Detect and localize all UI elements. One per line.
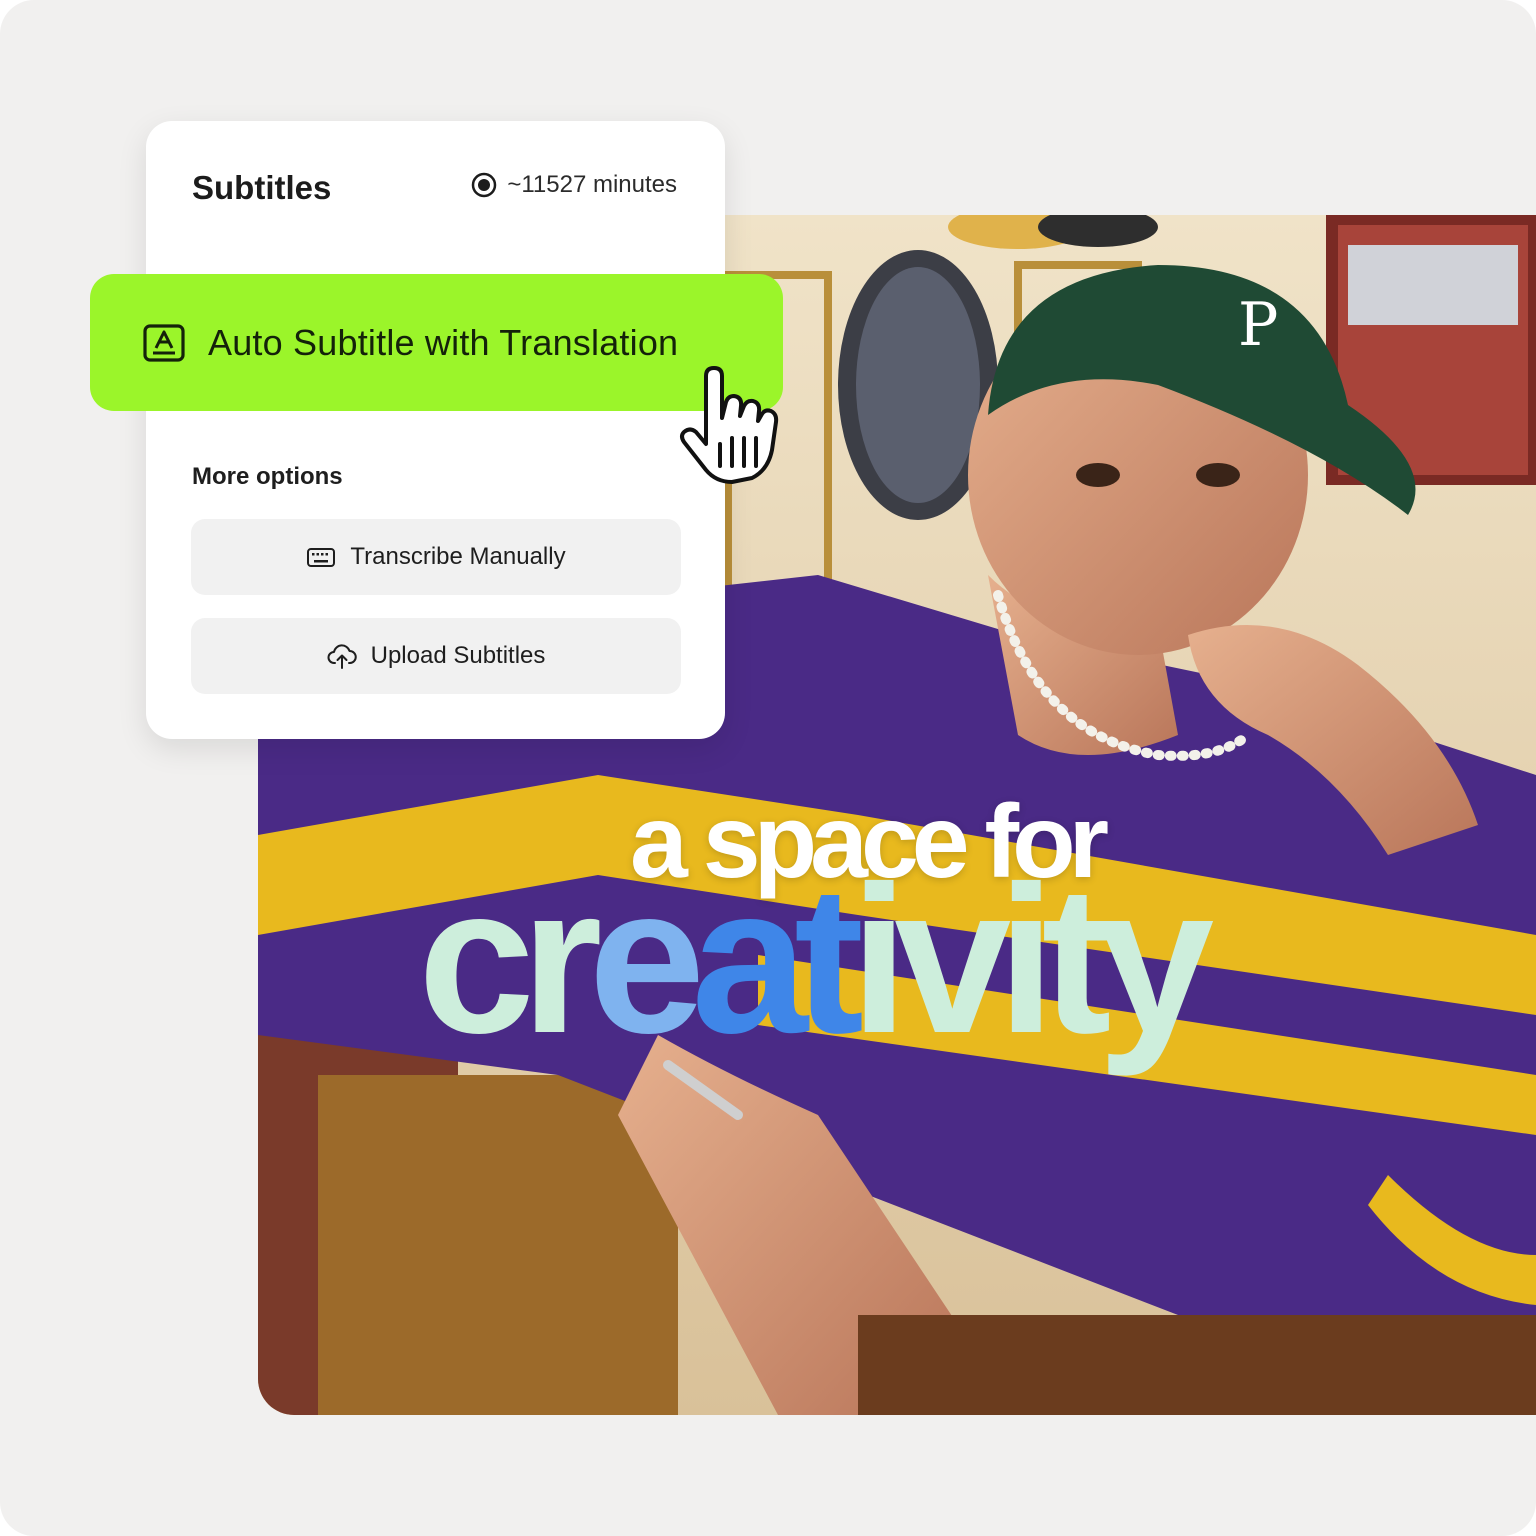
caption-segment: ivity — [850, 842, 1214, 1077]
canvas: P a space for creativity Subtitles ~1152… — [0, 0, 1536, 1536]
upload-subtitles-label: Upload Subtitles — [370, 642, 546, 669]
panel-title: Subtitles — [192, 169, 332, 206]
transcribe-manually-label: Transcribe Manually — [350, 543, 566, 570]
auto-subtitle-label: Auto Subtitle with Translation — [208, 321, 679, 363]
record-icon — [472, 172, 497, 198]
svg-text:P: P — [1238, 290, 1278, 360]
keyboard-icon — [307, 548, 336, 567]
upload-subtitles-button[interactable]: Upload Subtitles — [191, 618, 681, 694]
caption-segment: e — [588, 842, 706, 1077]
minutes-remaining: ~11527 minutes — [471, 171, 677, 199]
auto-subtitle-icon — [143, 323, 185, 362]
pointer-hand-icon — [680, 366, 779, 484]
caption-line-2: creativity — [418, 855, 1518, 1065]
transcribe-manually-button[interactable]: Transcribe Manually — [191, 519, 681, 595]
caption-segment: cr — [418, 842, 602, 1077]
cloud-upload-icon — [327, 644, 357, 669]
more-options-label: More options — [192, 463, 343, 490]
caption-segment: a — [691, 842, 808, 1077]
subtitles-panel: Subtitles ~11527 minutes More options Tr… — [146, 121, 725, 739]
caption-segment: t — [794, 842, 864, 1077]
minutes-text: ~11527 minutes — [507, 171, 677, 198]
